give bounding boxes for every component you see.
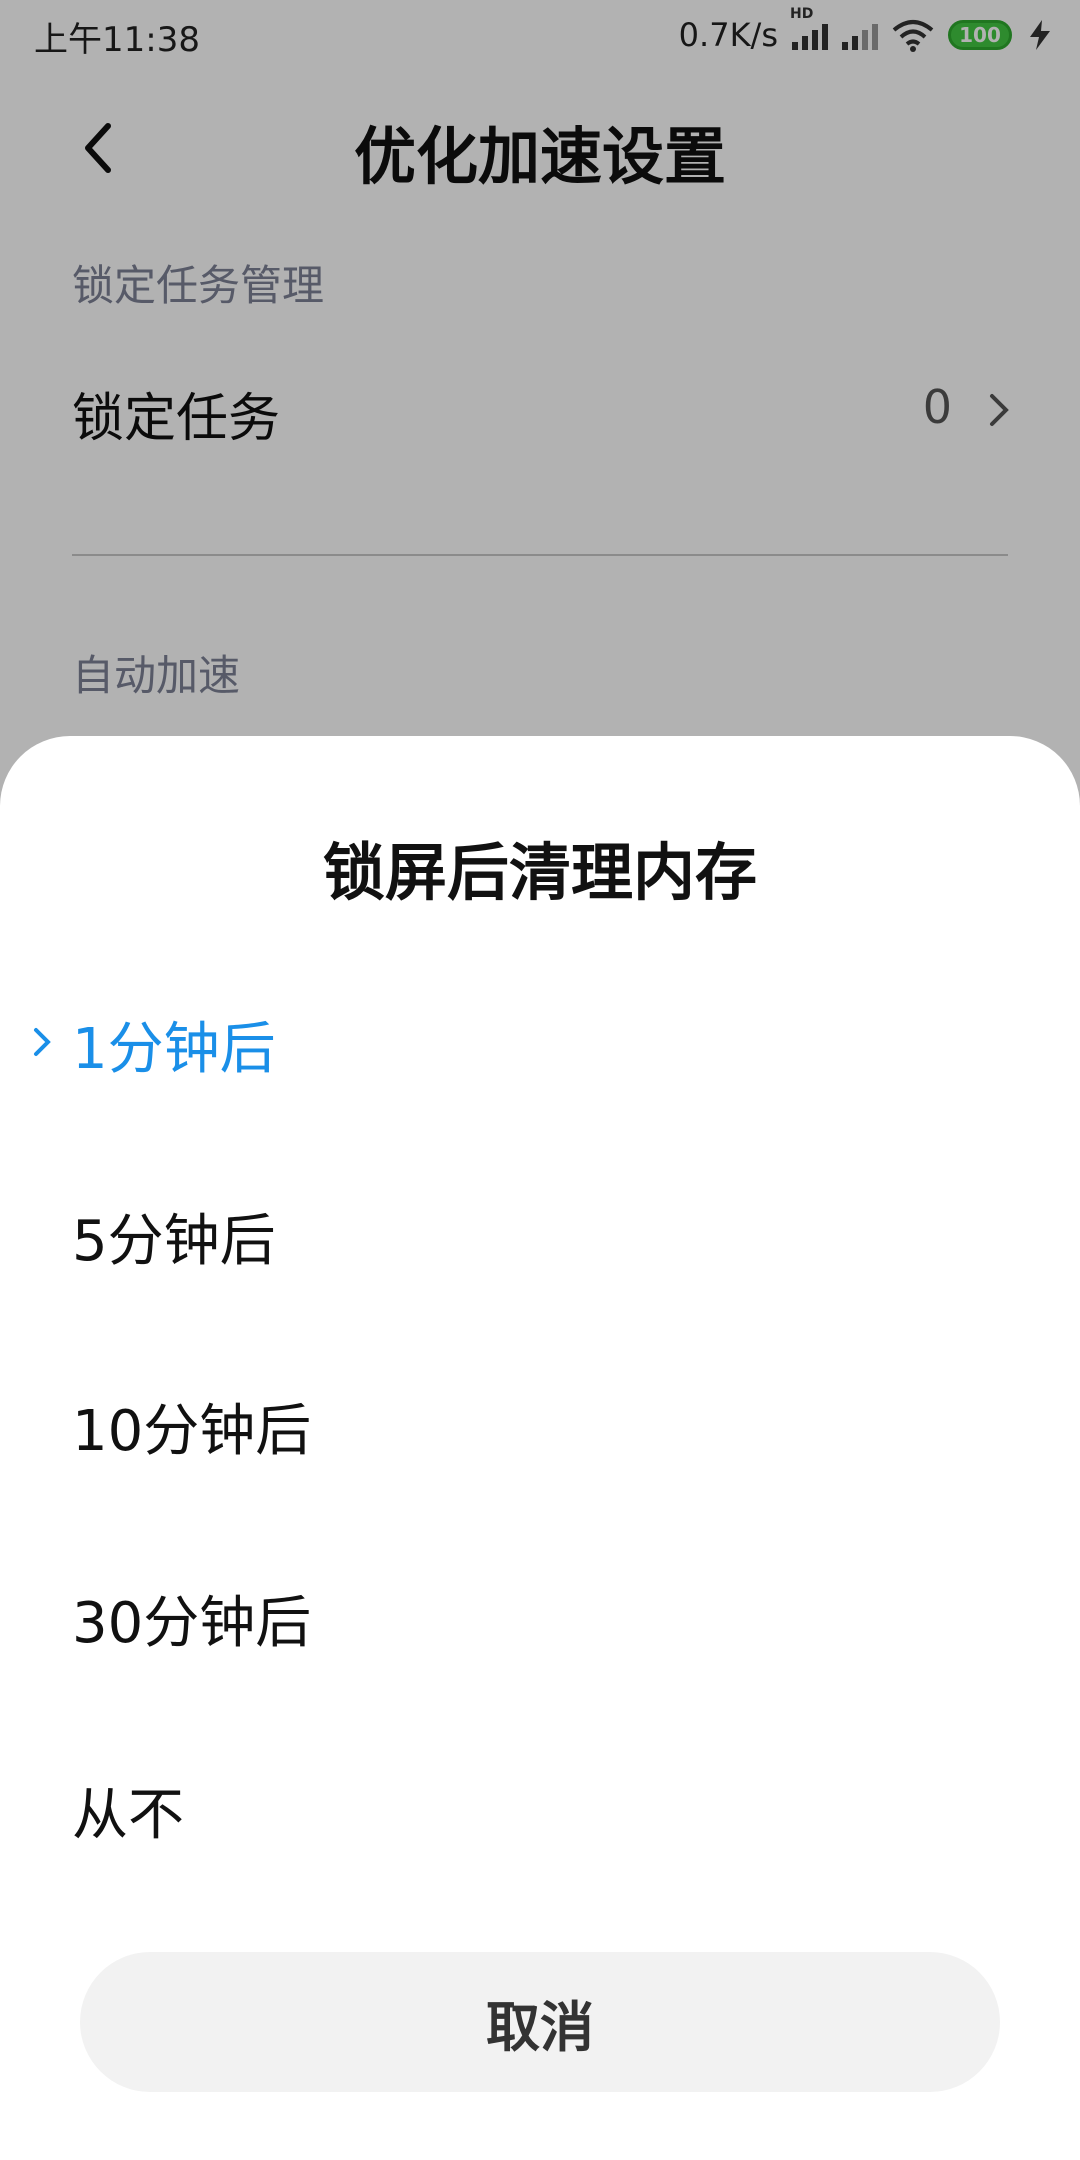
bottom-sheet: 锁屏后清理内存 1分钟后 5分钟后 10分钟后 30分钟后 从不 取消 bbox=[0, 736, 1080, 2160]
cancel-button[interactable]: 取消 bbox=[80, 1952, 1000, 2092]
option-never[interactable]: 从不 bbox=[0, 1720, 1080, 1890]
option-10-minutes[interactable]: 10分钟后 bbox=[0, 1336, 1080, 1506]
option-label: 5分钟后 bbox=[72, 1209, 276, 1274]
option-5-minutes[interactable]: 5分钟后 bbox=[0, 1146, 1080, 1316]
option-label: 10分钟后 bbox=[72, 1399, 312, 1464]
option-label: 30分钟后 bbox=[72, 1591, 312, 1656]
sheet-title: 锁屏后清理内存 bbox=[322, 836, 757, 909]
option-1-minute[interactable]: 1分钟后 bbox=[0, 954, 1080, 1124]
option-label: 从不 bbox=[72, 1783, 184, 1848]
selected-chevron-icon bbox=[34, 1028, 51, 1056]
screen: 上午11:38 0.7K/s HD 100 优化加速设置 锁定任务管理 锁定任务… bbox=[0, 0, 1080, 2160]
option-label: 1分钟后 bbox=[72, 1017, 276, 1082]
option-30-minutes[interactable]: 30分钟后 bbox=[0, 1528, 1080, 1698]
